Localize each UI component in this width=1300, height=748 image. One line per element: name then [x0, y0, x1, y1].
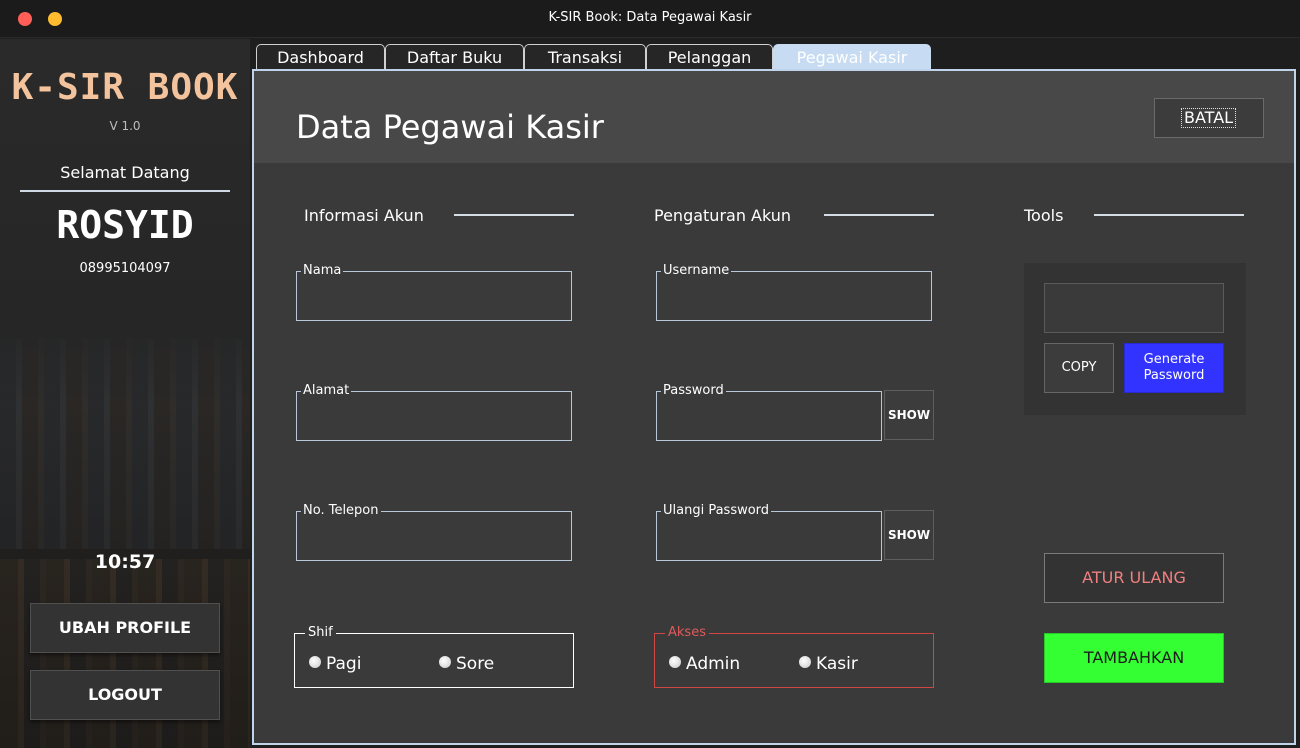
section-divider — [1094, 214, 1244, 216]
radio-icon — [799, 656, 811, 668]
tab-dashboard[interactable]: Dashboard — [256, 44, 385, 71]
user-phone: 08995104097 — [79, 261, 171, 276]
shif-label: Shif — [305, 626, 336, 640]
generated-password-output[interactable] — [1044, 283, 1224, 333]
nama-input[interactable] — [299, 282, 569, 316]
nama-field: Nama — [296, 264, 572, 321]
clock: 10:57 — [94, 551, 156, 573]
telepon-field: No. Telepon — [296, 504, 572, 561]
username-field: Username — [656, 264, 932, 321]
nama-label: Nama — [301, 263, 344, 278]
ulangi-password-field: Ulangi Password — [656, 504, 882, 561]
logout-button[interactable]: LOGOUT — [30, 670, 220, 720]
batal-button-label: BATAL — [1181, 108, 1237, 128]
radio-pagi-label: Pagi — [326, 654, 362, 674]
radio-icon — [309, 656, 321, 668]
tab-transaksi[interactable]: Transaksi — [524, 44, 646, 71]
batal-button[interactable]: BATAL — [1154, 98, 1264, 138]
title-bar: K-SIR Book: Data Pegawai Kasir — [0, 0, 1300, 38]
radio-sore-label: Sore — [456, 654, 495, 674]
password-label: Password — [661, 383, 726, 398]
radio-pagi[interactable]: Pagi — [309, 654, 361, 674]
atur-ulang-button[interactable]: ATUR ULANG — [1044, 553, 1224, 603]
section-tools: Tools — [1024, 206, 1064, 225]
sidebar: K-SIR BOOK V 1.0 Selamat Datang ROSYID 0… — [0, 39, 250, 748]
radio-admin-label: Admin — [686, 654, 741, 674]
section-informasi-akun: Informasi Akun — [304, 206, 424, 225]
app-logo-text: K-SIR BOOK — [11, 67, 239, 108]
alamat-field: Alamat — [296, 384, 572, 441]
copy-button[interactable]: COPY — [1044, 343, 1114, 393]
radio-admin[interactable]: Admin — [669, 654, 740, 674]
tab-pelanggan[interactable]: Pelanggan — [646, 44, 773, 71]
username-input[interactable] — [659, 282, 929, 316]
section-divider — [824, 214, 934, 216]
radio-sore[interactable]: Sore — [439, 654, 494, 674]
username-label: Username — [661, 263, 732, 278]
akses-group: Akses Admin Kasir — [654, 626, 934, 688]
shif-group: Shif Pagi Sore — [294, 626, 574, 688]
show-ulangi-password-button[interactable]: SHOW — [884, 510, 934, 560]
ulangi-password-input[interactable] — [659, 522, 879, 556]
radio-kasir-label: Kasir — [816, 654, 858, 674]
telepon-label: No. Telepon — [301, 503, 381, 518]
welcome-text: Selamat Datang — [60, 163, 190, 182]
section-divider — [454, 214, 574, 216]
radio-icon — [669, 656, 681, 668]
alamat-input[interactable] — [299, 402, 569, 436]
ulangi-password-label: Ulangi Password — [661, 503, 772, 518]
page-title: Data Pegawai Kasir — [296, 108, 604, 146]
section-pengaturan-akun: Pengaturan Akun — [654, 206, 792, 225]
app-version: V 1.0 — [109, 119, 141, 133]
password-field: Password — [656, 384, 882, 441]
tab-pegawai-kasir[interactable]: Pegawai Kasir — [773, 44, 931, 71]
generate-label-2: Password — [1143, 368, 1205, 383]
telepon-input[interactable] — [299, 522, 569, 556]
generate-password-button[interactable]: Generate Password — [1124, 343, 1224, 393]
main-panel: Data Pegawai Kasir BATAL Informasi Akun … — [252, 69, 1296, 745]
generate-label-1: Generate — [1143, 352, 1205, 367]
akses-label: Akses — [665, 626, 709, 640]
user-name: ROSYID — [56, 203, 194, 247]
tab-daftar-buku[interactable]: Daftar Buku — [385, 44, 524, 71]
show-password-button[interactable]: SHOW — [884, 390, 934, 440]
password-input[interactable] — [659, 402, 879, 436]
ubah-profile-button[interactable]: UBAH PROFILE — [30, 603, 220, 653]
alamat-label: Alamat — [301, 383, 352, 398]
window-title: K-SIR Book: Data Pegawai Kasir — [548, 10, 752, 25]
tambahkan-button[interactable]: TAMBAHKAN — [1044, 633, 1224, 683]
welcome-divider — [20, 190, 230, 192]
radio-kasir[interactable]: Kasir — [799, 654, 858, 674]
radio-icon — [439, 656, 451, 668]
tools-panel: COPY Generate Password — [1024, 263, 1246, 415]
panel-header: Data Pegawai Kasir BATAL — [254, 71, 1294, 163]
